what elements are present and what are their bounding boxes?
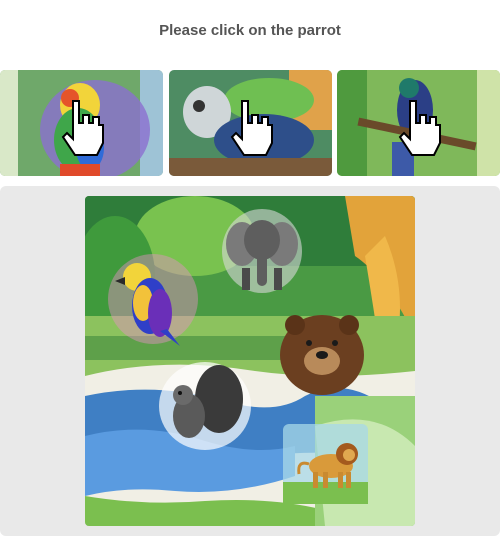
bear-icon bbox=[280, 315, 364, 395]
lion-icon bbox=[283, 424, 368, 504]
captcha-instruction: Please click on the parrot bbox=[159, 22, 341, 39]
squirrel-icon bbox=[159, 362, 251, 450]
example-tile-parrot-2[interactable] bbox=[169, 70, 332, 176]
squirrel-image[interactable] bbox=[157, 361, 252, 451]
parrot-icon bbox=[108, 254, 198, 346]
elephant-image[interactable] bbox=[220, 206, 305, 296]
bear-image[interactable] bbox=[277, 311, 367, 396]
example-strip bbox=[0, 70, 500, 176]
pointer-hand-icon bbox=[61, 100, 104, 156]
challenge-panel bbox=[0, 186, 500, 536]
example-tile-parrot-1[interactable] bbox=[0, 70, 163, 176]
elephant-icon bbox=[222, 209, 302, 293]
example-tile-parrot-3[interactable] bbox=[337, 70, 500, 176]
challenge-scene[interactable] bbox=[85, 196, 415, 526]
pointer-hand-icon bbox=[398, 100, 441, 156]
pointer-hand-icon bbox=[230, 100, 273, 156]
parrot-image[interactable] bbox=[105, 251, 200, 346]
lion-image[interactable] bbox=[283, 424, 368, 504]
